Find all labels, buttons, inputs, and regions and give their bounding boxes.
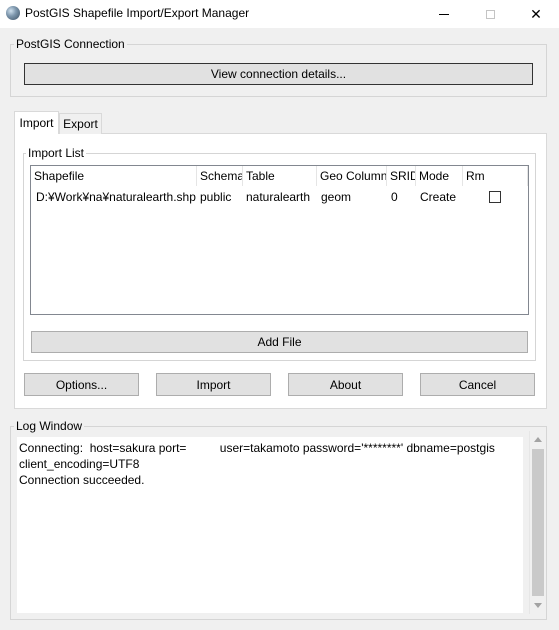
column-header-srid[interactable]: SRID <box>387 166 416 186</box>
cell-schema[interactable]: public <box>200 188 231 206</box>
scroll-down-button[interactable] <box>530 597 546 614</box>
close-button[interactable]: ✕ <box>513 0 559 28</box>
cell-shapefile: D:¥Work¥na¥naturalearth.shp <box>36 190 196 204</box>
rm-checkbox[interactable] <box>489 191 501 203</box>
cell-geo-column[interactable]: geom <box>321 188 351 206</box>
cell-srid[interactable]: 0 <box>391 188 398 206</box>
minimize-icon <box>439 13 449 15</box>
column-header-schema[interactable]: Schema <box>197 166 243 186</box>
close-icon: ✕ <box>530 6 542 22</box>
import-list-table[interactable]: Shapefile Schema Table Geo Column SRID M… <box>30 165 529 315</box>
cell-table[interactable]: naturalearth <box>246 188 310 206</box>
window-title: PostGIS Shapefile Import/Export Manager <box>25 6 250 20</box>
cancel-button[interactable]: Cancel <box>420 373 535 396</box>
arrow-up-icon <box>534 437 542 442</box>
log-text: Connecting: host=sakura port= user=takam… <box>19 441 495 487</box>
postgis-globe-icon <box>6 6 20 20</box>
log-textarea[interactable]: Connecting: host=sakura port= user=takam… <box>17 437 523 613</box>
scroll-thumb[interactable] <box>532 449 544 596</box>
about-button[interactable]: About <box>288 373 403 396</box>
title-bar: PostGIS Shapefile Import/Export Manager … <box>0 0 559 28</box>
view-connection-details-button[interactable]: View connection details... <box>24 63 533 85</box>
minimize-button[interactable] <box>421 0 467 28</box>
column-header-geo-column[interactable]: Geo Column <box>317 166 387 186</box>
connection-group-label: PostGIS Connection <box>14 37 127 51</box>
column-header-mode[interactable]: Mode <box>416 166 463 186</box>
maximize-button <box>467 0 513 28</box>
log-scrollbar[interactable] <box>529 431 546 614</box>
scroll-up-button[interactable] <box>530 431 546 448</box>
column-header-shapefile[interactable]: Shapefile <box>31 166 197 186</box>
import-list-group-label: Import List <box>26 146 87 160</box>
arrow-down-icon <box>534 603 542 608</box>
tab-import[interactable]: Import <box>14 111 59 134</box>
options-button[interactable]: Options... <box>24 373 139 396</box>
tab-export[interactable]: Export <box>59 113 102 134</box>
column-header-table[interactable]: Table <box>243 166 317 186</box>
maximize-icon <box>485 9 495 19</box>
import-button[interactable]: Import <box>156 373 271 396</box>
log-window-group-label: Log Window <box>14 419 85 433</box>
add-file-button[interactable]: Add File <box>31 331 528 353</box>
column-header-rm[interactable]: Rm <box>463 166 528 186</box>
cell-mode[interactable]: Create <box>420 188 456 206</box>
